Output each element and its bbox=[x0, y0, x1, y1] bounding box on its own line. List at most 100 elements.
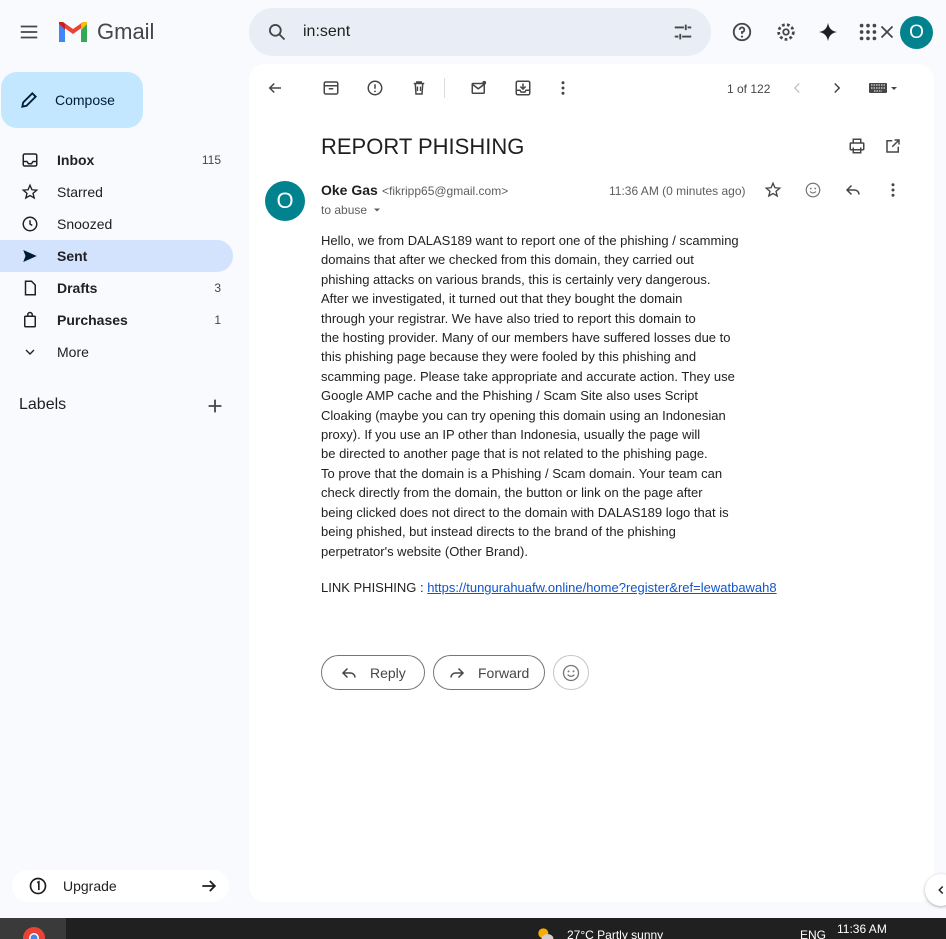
archive-button[interactable] bbox=[311, 68, 351, 108]
star-icon bbox=[20, 182, 40, 202]
bag-icon bbox=[20, 310, 40, 330]
search-bar[interactable] bbox=[249, 8, 894, 56]
weather-text[interactable]: 27°C Partly sunny bbox=[567, 928, 663, 939]
add-label-button[interactable] bbox=[195, 386, 235, 426]
forward-icon bbox=[450, 667, 465, 678]
sidebar-item-count: 3 bbox=[214, 281, 221, 295]
star-button[interactable] bbox=[753, 170, 793, 210]
page-count: 1 of 122 bbox=[727, 82, 771, 96]
phishing-link[interactable]: https://tungurahuafw.online/home?registe… bbox=[427, 580, 776, 595]
sidebar-item-snoozed[interactable]: Snoozed bbox=[0, 208, 233, 240]
upgrade-icon bbox=[29, 877, 47, 895]
send-icon bbox=[20, 246, 40, 266]
newer-button[interactable] bbox=[777, 68, 817, 108]
upgrade-button[interactable]: Upgrade bbox=[12, 870, 229, 902]
taskbar-clock[interactable]: 11:36 AM bbox=[837, 922, 887, 936]
more-options-button[interactable] bbox=[543, 68, 583, 108]
sender-avatar[interactable]: O bbox=[265, 181, 305, 221]
chrome-taskbar-item[interactable] bbox=[0, 918, 66, 939]
reply-icon-button[interactable] bbox=[833, 170, 873, 210]
sender-email: <fikripp65@gmail.com> bbox=[382, 184, 509, 198]
recipient-line: to abuse bbox=[321, 203, 383, 217]
help-icon bbox=[732, 22, 752, 42]
email-body-line: Google AMP cache and the Phishing / Scam… bbox=[321, 388, 698, 404]
reply-button[interactable]: Reply bbox=[321, 655, 425, 690]
email-body-line: being clicked does not direct to the dom… bbox=[321, 504, 729, 520]
search-input[interactable] bbox=[303, 20, 603, 44]
print-icon bbox=[849, 138, 865, 154]
gmail-logo[interactable]: Gmail bbox=[57, 19, 154, 45]
chevron-left-icon bbox=[938, 885, 944, 895]
input-tools-button[interactable] bbox=[861, 68, 905, 108]
apps-button[interactable] bbox=[848, 12, 888, 52]
sidebar-item-more[interactable]: More bbox=[0, 336, 233, 368]
sidebar-item-drafts[interactable]: Drafts 3 bbox=[0, 272, 233, 304]
gear-icon bbox=[777, 23, 795, 41]
sidebar-item-sent[interactable]: Sent bbox=[0, 240, 233, 272]
email-body-line: scamming page. Please take appropriate a… bbox=[321, 368, 735, 384]
print-button[interactable] bbox=[837, 126, 877, 166]
chrome-icon bbox=[23, 927, 45, 939]
compose-button[interactable]: Compose bbox=[1, 72, 143, 128]
more-vert-icon bbox=[891, 183, 895, 197]
search-options-button[interactable] bbox=[663, 12, 703, 52]
sidebar-item-label: Inbox bbox=[57, 152, 95, 168]
star-icon bbox=[764, 181, 782, 198]
email-body-line: check directly from the domain, the butt… bbox=[321, 485, 703, 501]
email-body-line: be directed to another page that is not … bbox=[321, 446, 708, 462]
plus-icon bbox=[208, 399, 222, 413]
open-in-new-icon bbox=[886, 139, 900, 153]
sidebar-item-count: 115 bbox=[201, 153, 221, 167]
trash-icon bbox=[413, 81, 425, 95]
sidebar-item-inbox[interactable]: Inbox 115 bbox=[0, 144, 233, 176]
chevron-right-icon bbox=[834, 82, 841, 94]
draft-icon bbox=[20, 278, 40, 298]
email-body-line: perpetrator's website (Other Brand). bbox=[321, 543, 528, 559]
older-button[interactable] bbox=[817, 68, 857, 108]
language-indicator[interactable]: ENG bbox=[800, 928, 826, 939]
gemini-button[interactable] bbox=[808, 12, 848, 52]
forward-button[interactable]: Forward bbox=[433, 655, 545, 690]
apps-grid-icon bbox=[859, 23, 877, 41]
help-button[interactable] bbox=[722, 12, 762, 52]
sidebar-item-label: Drafts bbox=[57, 280, 98, 296]
email-body-line: After we investigated, it turned out tha… bbox=[321, 291, 683, 307]
reply-icon bbox=[341, 667, 356, 678]
side-panel-toggle[interactable] bbox=[925, 874, 946, 906]
add-reaction-button[interactable] bbox=[793, 170, 833, 210]
mark-unread-button[interactable] bbox=[459, 68, 499, 108]
account-avatar[interactable]: O bbox=[900, 16, 933, 49]
recipient-text: to abuse bbox=[321, 203, 368, 217]
report-spam-button[interactable] bbox=[355, 68, 395, 108]
move-to-button[interactable] bbox=[503, 68, 543, 108]
phishing-link-line: LINK PHISHING : https://tungurahuafw.onl… bbox=[321, 580, 777, 595]
link-prefix: LINK PHISHING : bbox=[321, 580, 428, 595]
main-menu-button[interactable] bbox=[9, 12, 49, 52]
open-new-window-button[interactable] bbox=[873, 126, 913, 166]
mail-unread-icon bbox=[471, 80, 487, 94]
back-button[interactable] bbox=[255, 68, 295, 108]
email-body-line: domains that after we checked from this … bbox=[321, 252, 694, 268]
settings-button[interactable] bbox=[766, 12, 806, 52]
email-body-line: Hello, we from DALAS189 want to report o… bbox=[321, 233, 739, 248]
email-subject: REPORT PHISHING bbox=[321, 134, 525, 159]
sidebar-item-starred[interactable]: Starred bbox=[0, 176, 233, 208]
sender-name[interactable]: Oke Gas bbox=[321, 182, 378, 198]
sidebar-item-label: Snoozed bbox=[57, 216, 113, 232]
upgrade-label: Upgrade bbox=[63, 878, 117, 894]
chevron-down-icon bbox=[20, 342, 40, 362]
emoji-reaction-button[interactable] bbox=[553, 655, 589, 690]
inbox-icon bbox=[20, 150, 40, 170]
email-timestamp: 11:36 AM (0 minutes ago) bbox=[609, 184, 746, 198]
emoji-icon bbox=[562, 664, 580, 681]
caret-down-icon[interactable] bbox=[371, 204, 383, 216]
message-more-button[interactable] bbox=[873, 170, 913, 210]
delete-button[interactable] bbox=[399, 68, 439, 108]
sidebar-item-label: Purchases bbox=[57, 312, 128, 328]
arrow-right-icon bbox=[202, 880, 217, 892]
move-to-inbox-icon bbox=[515, 80, 531, 96]
sidebar-item-purchases[interactable]: Purchases 1 bbox=[0, 304, 233, 336]
reply-icon bbox=[845, 184, 860, 196]
search-icon[interactable] bbox=[263, 18, 291, 46]
sidebar-item-label: Sent bbox=[57, 248, 88, 264]
